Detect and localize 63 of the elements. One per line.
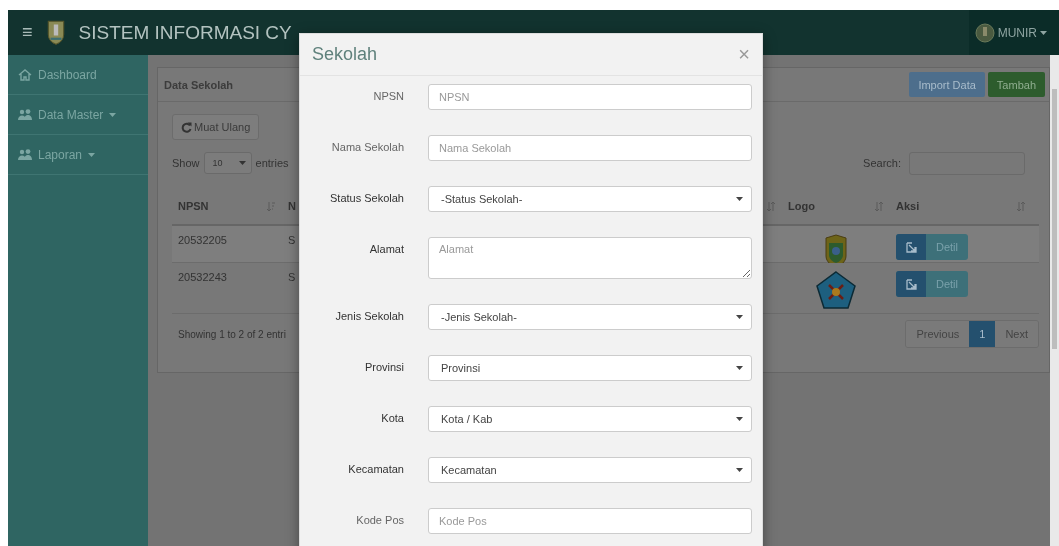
input-field[interactable]: Nama Sekolah — [428, 135, 752, 161]
caret-icon — [736, 197, 743, 201]
external-icon — [905, 241, 917, 253]
table-cell: 20532243 — [178, 271, 227, 283]
field-label: NPSN — [372, 89, 404, 102]
modal-title: Sekolah — [312, 44, 378, 65]
sort-ascending-icon[interactable] — [266, 200, 276, 212]
caret-icon — [1040, 30, 1047, 35]
scrollbar[interactable] — [1050, 55, 1059, 546]
field-label: Alamat — [368, 242, 404, 255]
external-icon — [905, 278, 917, 290]
sort-icon[interactable] — [1016, 200, 1026, 212]
caret-icon — [736, 366, 743, 370]
column-header[interactable]: Logo — [788, 200, 815, 212]
page-size-select[interactable]: 10 — [203, 152, 252, 174]
close-button[interactable]: × — [738, 43, 750, 66]
sort-icon[interactable] — [766, 200, 776, 212]
panel-title: Data Sekolah — [164, 78, 234, 91]
reload-button[interactable]: Muat Ulang — [172, 114, 260, 140]
caret-icon — [736, 417, 743, 421]
sort-icon[interactable] — [874, 200, 884, 212]
users-icon — [18, 109, 32, 120]
entries-label: entries — [255, 157, 289, 169]
menu-icon[interactable]: ≡ — [22, 22, 33, 43]
page-button[interactable]: 1 — [969, 321, 996, 347]
user-name: MUNIR — [997, 25, 1037, 40]
field-label: Kota — [380, 411, 404, 424]
field-label: Kode Pos — [355, 513, 404, 526]
home-icon — [18, 68, 32, 81]
detail-button[interactable]: Detil — [896, 234, 968, 260]
table-cell: S — [288, 234, 296, 246]
caret-icon — [238, 161, 246, 165]
text-area[interactable]: Alamat — [428, 237, 752, 279]
column-header[interactable]: NPSN — [178, 200, 209, 212]
select-field[interactable]: Provinsi — [428, 355, 752, 381]
users-icon — [18, 149, 32, 160]
table-cell: S — [288, 271, 296, 283]
field-label: Kecamatan — [347, 462, 404, 475]
input-field[interactable]: Kode Pos — [428, 508, 752, 534]
field-label: Nama Sekolah — [330, 140, 404, 153]
column-header[interactable]: Aksi — [896, 200, 920, 212]
add-button[interactable]: Tambah — [987, 72, 1045, 97]
caret-icon — [736, 468, 743, 472]
field-label: Status Sekolah — [329, 191, 404, 204]
detail-button[interactable]: Detil — [896, 271, 968, 297]
avatar-icon — [974, 22, 995, 43]
input-field[interactable]: NPSN — [428, 84, 752, 110]
field-label: Jenis Sekolah — [334, 309, 404, 322]
app-title: SISTEM INFORMASI CY — [78, 21, 292, 44]
column-header[interactable]: N — [288, 200, 296, 212]
import-button[interactable]: Import Data — [909, 72, 985, 97]
select-field[interactable]: Kecamatan — [428, 457, 752, 483]
search-label: Search: — [863, 157, 901, 169]
show-label: Show — [172, 157, 200, 169]
select-field[interactable]: Kota / Kab — [428, 406, 752, 432]
field-label: Provinsi — [363, 360, 404, 373]
pentagon-logo — [816, 271, 856, 309]
table-cell: 20532205 — [178, 234, 227, 246]
refresh-icon — [181, 121, 192, 133]
select-field[interactable]: -Status Sekolah- — [428, 186, 752, 212]
select-field[interactable]: -Jenis Sekolah- — [428, 304, 752, 330]
user-menu[interactable]: MUNIR — [968, 10, 1059, 55]
table-info: Showing 1 to 2 of 2 entri — [178, 328, 286, 340]
